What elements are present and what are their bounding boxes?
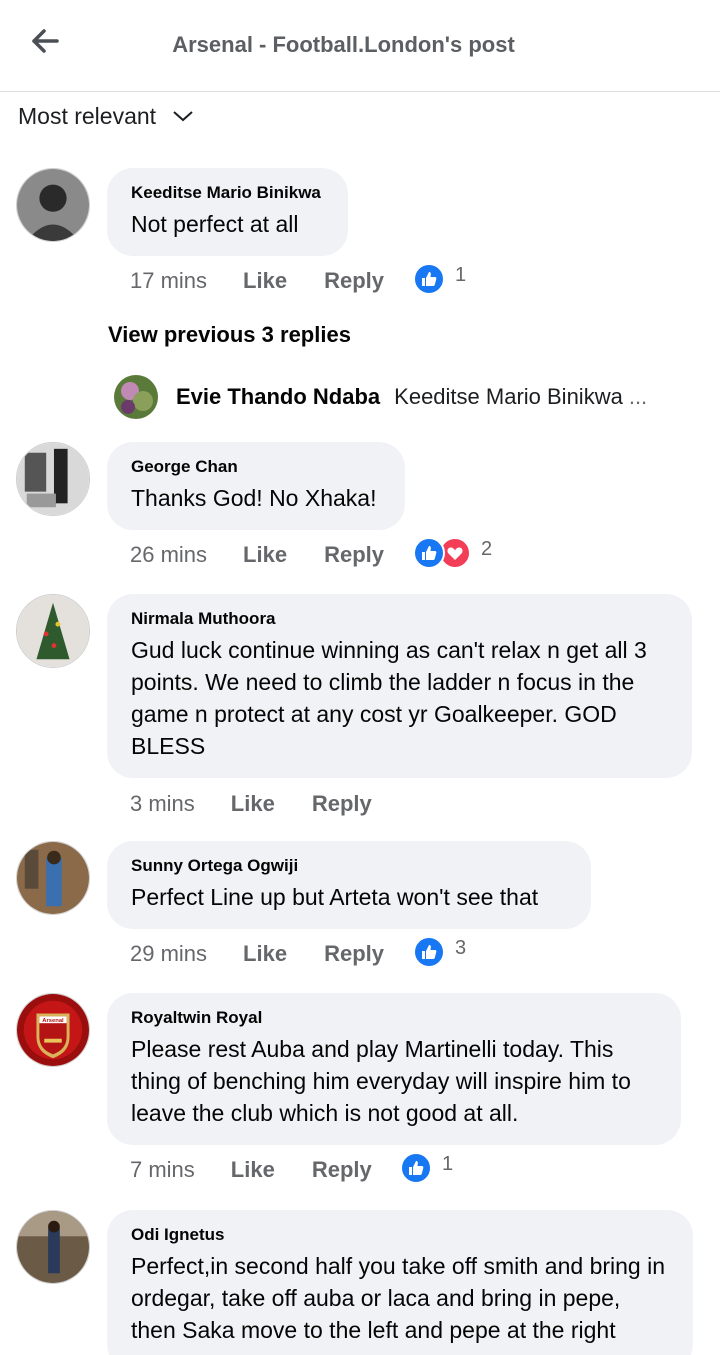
like-reaction-icon bbox=[413, 537, 445, 569]
arsenal-badge-text: Arsenal bbox=[42, 1018, 64, 1024]
comment-time[interactable]: 7 mins bbox=[130, 1157, 195, 1183]
top-bar: Arsenal - Football.London's post bbox=[0, 0, 720, 92]
comment-time[interactable]: 29 mins bbox=[130, 941, 207, 967]
like-button[interactable]: Like bbox=[243, 542, 287, 568]
avatar[interactable] bbox=[16, 1210, 90, 1284]
view-previous-replies-link[interactable]: View previous 3 replies bbox=[108, 322, 351, 348]
reply-author[interactable]: Evie Thando Ndaba bbox=[176, 384, 380, 410]
reaction-summary[interactable]: 1 bbox=[400, 1152, 453, 1184]
comment-bubble: Odi Ignetus Perfect,in second half you t… bbox=[107, 1210, 693, 1355]
like-button[interactable]: Like bbox=[243, 941, 287, 967]
comment-bubble: George Chan Thanks God! No Xhaka! bbox=[107, 442, 405, 530]
like-reaction-icon bbox=[400, 1152, 432, 1184]
reaction-summary[interactable]: 3 bbox=[413, 936, 466, 968]
reply-text: Keeditse Mario Binikwa bbox=[394, 384, 623, 409]
reaction-count: 1 bbox=[442, 1152, 454, 1175]
like-reaction-icon bbox=[413, 263, 445, 295]
avatar[interactable] bbox=[16, 168, 90, 242]
comment-bubble: Sunny Ortega Ogwiji Perfect Line up but … bbox=[107, 841, 591, 929]
like-button[interactable]: Like bbox=[243, 268, 287, 294]
reaction-count: 3 bbox=[455, 936, 467, 959]
comment-author[interactable]: Royaltwin Royal bbox=[131, 1007, 657, 1029]
reply-button[interactable]: Reply bbox=[324, 542, 384, 568]
comment-actions: 29 mins Like Reply bbox=[130, 938, 384, 970]
avatar[interactable] bbox=[114, 375, 158, 419]
comment-actions: 7 mins Like Reply bbox=[130, 1154, 372, 1186]
avatar[interactable]: Arsenal bbox=[16, 993, 90, 1067]
sort-dropdown[interactable]: Most relevant bbox=[18, 100, 194, 132]
comment-time[interactable]: 17 mins bbox=[130, 268, 207, 294]
comment-text: Perfect,in second half you take off smit… bbox=[131, 1253, 665, 1343]
reply-preview[interactable]: Evie Thando Ndaba Keeditse Mario Binikwa… bbox=[114, 374, 714, 420]
sort-label: Most relevant bbox=[18, 102, 157, 129]
reaction-summary[interactable]: 1 bbox=[413, 263, 466, 295]
avatar[interactable] bbox=[16, 841, 90, 915]
reply-button[interactable]: Reply bbox=[324, 941, 384, 967]
reaction-count: 2 bbox=[481, 537, 493, 560]
like-button[interactable]: Like bbox=[231, 1157, 275, 1183]
comment-actions: 17 mins Like Reply bbox=[130, 265, 384, 297]
reply-ellipsis: ... bbox=[628, 384, 648, 409]
avatar[interactable] bbox=[16, 442, 90, 516]
reply-button[interactable]: Reply bbox=[312, 791, 372, 817]
comment-author[interactable]: Odi Ignetus bbox=[131, 1224, 669, 1246]
comment-bubble: Nirmala Muthoora Gud luck continue winni… bbox=[107, 594, 692, 778]
like-reaction-icon bbox=[413, 936, 445, 968]
comment-text: Please rest Auba and play Martinelli tod… bbox=[131, 1036, 631, 1126]
comment-actions: 3 mins Like Reply bbox=[130, 788, 372, 820]
comment-bubble: Royaltwin Royal Please rest Auba and pla… bbox=[107, 993, 681, 1145]
comment-author[interactable]: Keeditse Mario Binikwa bbox=[131, 182, 324, 204]
reply-button[interactable]: Reply bbox=[312, 1157, 372, 1183]
comment-text: Perfect Line up but Arteta won't see tha… bbox=[131, 884, 539, 910]
reply-button[interactable]: Reply bbox=[324, 268, 384, 294]
comment-author[interactable]: Nirmala Muthoora bbox=[131, 608, 668, 630]
comment-actions: 26 mins Like Reply bbox=[130, 539, 384, 571]
comment-text: Gud luck continue winning as can't relax… bbox=[131, 637, 647, 759]
comment-text: Not perfect at all bbox=[131, 211, 299, 237]
reaction-count: 1 bbox=[455, 263, 467, 286]
comment-text: Thanks God! No Xhaka! bbox=[131, 485, 377, 511]
comment-bubble: Keeditse Mario Binikwa Not perfect at al… bbox=[107, 168, 348, 256]
reaction-summary[interactable]: 2 bbox=[413, 537, 492, 569]
page-title: Arsenal - Football.London's post bbox=[172, 32, 515, 57]
comment-time[interactable]: 26 mins bbox=[130, 542, 207, 568]
comment-author[interactable]: Sunny Ortega Ogwiji bbox=[131, 855, 567, 877]
comment-time[interactable]: 3 mins bbox=[130, 791, 195, 817]
avatar[interactable] bbox=[16, 594, 90, 668]
comment-author[interactable]: George Chan bbox=[131, 456, 381, 478]
like-button[interactable]: Like bbox=[231, 791, 275, 817]
chevron-down-icon bbox=[172, 109, 194, 128]
